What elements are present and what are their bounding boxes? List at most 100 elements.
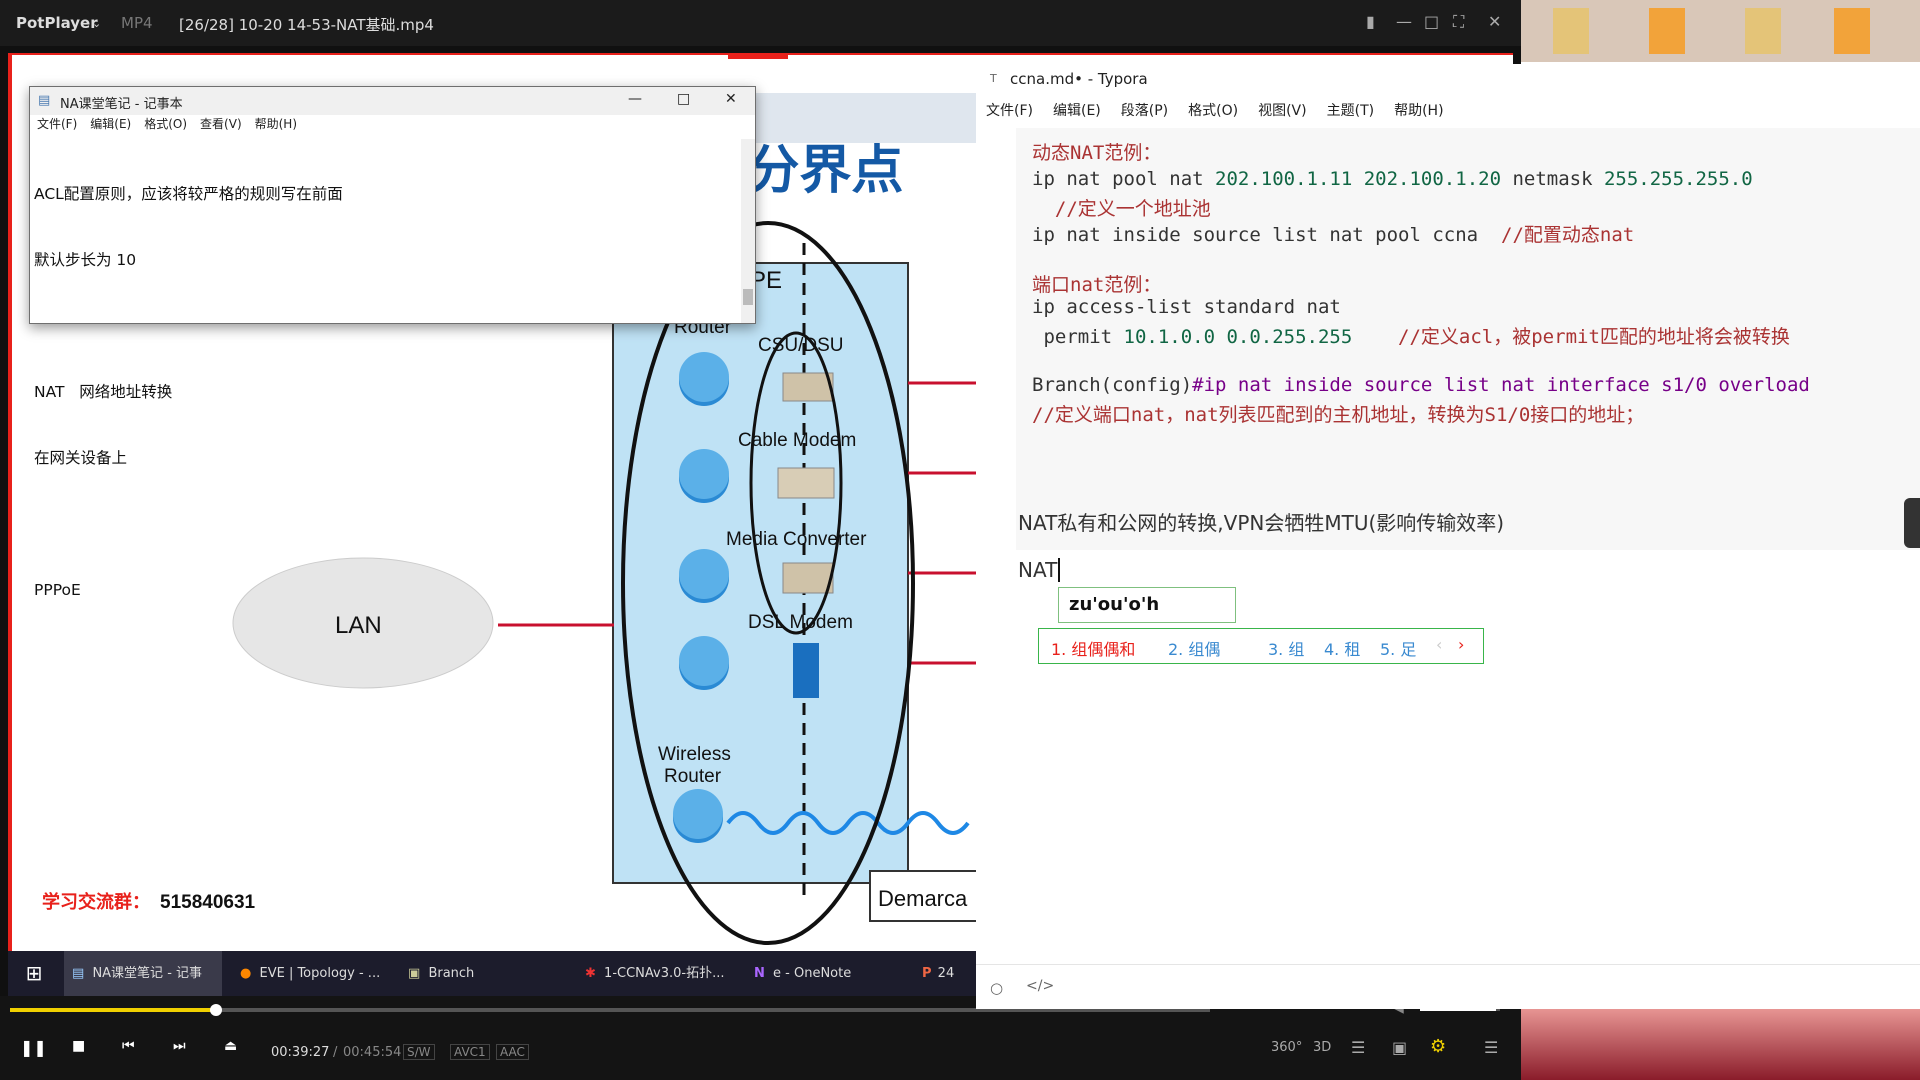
file-title: [26/28] 10-20 14-53-NAT基础.mp4 (179, 16, 434, 34)
chevron-left-icon[interactable]: ‹ (1436, 635, 1442, 654)
label-demarc: Demarca (878, 886, 968, 911)
settings-gear-icon[interactable]: ⚙ (1430, 1036, 1446, 1057)
seek-handle[interactable] (210, 1004, 223, 1016)
taskbar-item-notepad[interactable]: ▤ NA课堂笔记 - 记事 (64, 951, 222, 996)
shortcut-icon[interactable] (1649, 8, 1685, 54)
notepad-window[interactable]: ▤ NA课堂笔记 - 记事本 — □ ✕ 文件(F) 编辑(E) 格式(O) 查看(V… (29, 86, 756, 599)
ime-candidate-1[interactable]: 1. 组偶偶和 (1051, 636, 1135, 660)
3d-button[interactable]: 3D (1313, 1040, 1331, 1055)
shortcut-icon[interactable] (1834, 8, 1870, 54)
code-line: 端口nat范例： (1032, 274, 1162, 296)
stop-icon[interactable]: ■ (72, 1038, 85, 1054)
menu-view[interactable]: 视图(V) (1258, 100, 1307, 120)
menu-edit[interactable]: 编辑(E) (90, 115, 131, 132)
windows-taskbar: ⊞ ▤ NA课堂笔记 - 记事 ● EVE | Topology - ... ▣… (8, 951, 976, 996)
ime-candidate-4[interactable]: 4. 租 (1324, 636, 1360, 660)
code-block[interactable]: 动态NAT范例： ip nat pool nat 202.100.1.11 20… (1016, 128, 1920, 550)
playlist-search-icon[interactable]: ☰ (1351, 1038, 1365, 1057)
next-icon[interactable]: ⏭ (173, 1038, 186, 1054)
notepad-titlebar[interactable]: ▤ NA课堂笔记 - 记事本 — □ ✕ (30, 87, 755, 115)
label-csu: CSU/DSU (758, 335, 844, 356)
code-line: permit 10.1.0.0 0.0.255.255 //定义acl，被per… (1032, 326, 1790, 348)
onenote-icon: N (754, 966, 765, 981)
menu-file[interactable]: 文件(F) (37, 115, 77, 132)
vr360-button[interactable]: 360° (1271, 1040, 1302, 1055)
pin-icon[interactable]: ▮ (1366, 12, 1375, 31)
notepad-textarea[interactable]: ACL配置原则，应该将较严格的规则写在前面 默认步长为 10 NAT 网络地址转… (34, 139, 343, 645)
source-mode-icon[interactable]: </> (1026, 978, 1054, 994)
label-cable-modem: Cable Modem (738, 430, 856, 451)
close-icon[interactable]: ✕ (1488, 12, 1501, 31)
time-separator: / (333, 1045, 338, 1060)
windows-start-icon[interactable]: ⊞ (14, 951, 54, 996)
paragraph-nat-mtu[interactable]: NAT私有和公网的转换,VPN会牺牲MTU(影响传输效率) (1018, 507, 1504, 536)
app-name[interactable]: PotPlayer (16, 14, 98, 32)
menu-help[interactable]: 帮助(H) (1394, 100, 1443, 120)
desktop-wallpaper (1521, 1000, 1920, 1080)
qq-group-number: 515840631 (160, 892, 256, 913)
taskbar-item-powerpoint[interactable]: P 24 (916, 951, 976, 996)
menu-format[interactable]: 格式(O) (144, 115, 187, 132)
paragraph-nat-editing[interactable]: NAT (1018, 558, 1061, 582)
typora-title: ccna.md• - Typora (1010, 70, 1148, 88)
taskbar-item-onenote[interactable]: N e - OneNote (746, 951, 906, 996)
outline-toggle-icon[interactable]: ○ (990, 979, 1003, 997)
total-time: 00:45:54 (343, 1045, 402, 1060)
capture-icon[interactable]: ▣ (1392, 1038, 1407, 1057)
fullscreen-icon[interactable]: ⛶ (1453, 12, 1464, 32)
minimize-icon[interactable]: — (628, 91, 642, 107)
ime-candidate-bar: 1. 组偶偶和 2. 组偶 3. 组 4. 租 5. 足 ‹ › (1038, 628, 1484, 664)
status-divider (976, 964, 1920, 965)
taskbar-item-eve[interactable]: ● EVE | Topology - ... (232, 951, 390, 996)
firefox-icon: ● (240, 966, 252, 981)
notepad-line: 在网关设备上 (34, 449, 128, 467)
close-icon[interactable]: ✕ (725, 91, 737, 107)
code-line: ip access-list standard nat (1032, 296, 1341, 318)
menu-view[interactable]: 查看(V) (200, 115, 242, 132)
folder-icon[interactable] (1745, 8, 1781, 54)
ime-candidate-5[interactable]: 5. 足 (1380, 636, 1416, 660)
maximize-icon[interactable]: □ (1424, 12, 1439, 31)
notepad-icon: ▤ (38, 93, 51, 108)
qq-group-label: 学习交流群： (42, 891, 150, 912)
notepad-title: NA课堂笔记 - 记事本 (60, 97, 183, 112)
pause-icon[interactable]: ❚❚ (20, 1038, 47, 1057)
menu-theme[interactable]: 主题(T) (1327, 100, 1374, 120)
current-time: 00:39:27 (271, 1045, 330, 1060)
ime-candidate-2[interactable]: 2. 组偶 (1168, 636, 1220, 660)
chevron-down-icon[interactable]: ⌄ (92, 17, 101, 30)
menu-edit[interactable]: 编辑(E) (1053, 100, 1101, 120)
menu-paragraph[interactable]: 段落(P) (1121, 100, 1168, 120)
code-line: ip nat pool nat 202.100.1.11 202.100.1.2… (1032, 168, 1753, 190)
menu-file[interactable]: 文件(F) (986, 100, 1033, 120)
notepad-scrollbar[interactable] (741, 139, 755, 323)
scrollbar-thumb[interactable] (743, 289, 753, 305)
menu-help[interactable]: 帮助(H) (255, 115, 297, 132)
notepad-icon: ▤ (72, 966, 85, 981)
scroll-indicator[interactable] (1904, 498, 1920, 548)
taskbar-item-branch[interactable]: ▣ Branch (400, 951, 558, 996)
typora-window[interactable]: T ccna.md• - Typora 文件(F) 编辑(E) 段落(P) 格式(O)… (976, 64, 1920, 1009)
maximize-icon[interactable]: □ (677, 91, 690, 107)
notepad-menubar: 文件(F) 编辑(E) 格式(O) 查看(V) 帮助(H) (30, 115, 755, 133)
sw-badge[interactable]: S/W (403, 1044, 435, 1060)
menu-icon[interactable]: ☰ (1484, 1038, 1498, 1057)
previous-icon[interactable]: ⏮ (122, 1038, 135, 1054)
folder-icon[interactable] (1553, 8, 1589, 54)
video-codec-badge[interactable]: AVC1 (450, 1044, 490, 1060)
chevron-right-icon[interactable]: › (1458, 635, 1464, 654)
audio-codec-badge[interactable]: AAC (496, 1044, 529, 1060)
eject-icon[interactable]: ⏏ (224, 1038, 237, 1054)
ime-candidate-3[interactable]: 3. 组 (1268, 636, 1304, 660)
player-titlebar[interactable]: PotPlayer ⌄ MP4 [26/28] 10-20 14-53-NAT基… (0, 0, 1521, 46)
code-line: ip nat inside source list nat pool ccna … (1032, 224, 1635, 246)
menu-format[interactable]: 格式(O) (1188, 100, 1238, 120)
label-wireless-router-1: Wireless (658, 744, 731, 765)
code-line: Branch(config)#ip nat inside source list… (1032, 374, 1810, 396)
minimize-icon[interactable]: — (1396, 12, 1412, 31)
typora-titlebar[interactable]: T ccna.md• - Typora (976, 64, 1920, 94)
ime-input-text: zu'ou'o'h (1069, 594, 1160, 615)
code-line: //定义端口nat，nat列表匹配到的主机地址，转换为S1/0接口的地址； (1032, 404, 1645, 426)
format-label: MP4 (121, 14, 153, 32)
taskbar-item-ccna-topology[interactable]: ✱ 1-CCNAv3.0-拓扑... (573, 951, 738, 996)
